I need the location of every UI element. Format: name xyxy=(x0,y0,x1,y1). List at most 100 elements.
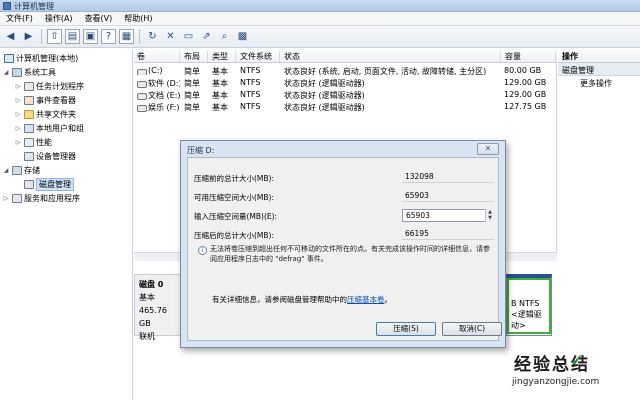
cell-status: 状态良好 (逻辑驱动器) xyxy=(284,79,365,88)
dialog-body: 压缩前的总计大小(MB): 132098 可用压缩空间大小(MB): 65903… xyxy=(187,157,502,341)
shrink-dialog: 压缩 D: ✕ 压缩前的总计大小(MB): 132098 可用压缩空间大小(MB… xyxy=(180,140,506,348)
tree-item-system-tools[interactable]: ◢ 系统工具 xyxy=(2,66,56,79)
column-header-type[interactable]: 类型 xyxy=(209,51,236,62)
cell-type: 基本 xyxy=(212,79,228,88)
toolbar: ◀ ▶ ⇧ ▤ ▣ ? ▦ ↻ ✕ ▭ ⇗ ⌕ ▩ xyxy=(0,26,640,48)
column-header-capacity[interactable]: 容量 xyxy=(502,51,556,62)
label-available: 可用压缩空间大小(MB): xyxy=(194,193,274,202)
title-bar: 计算机管理 xyxy=(0,0,640,12)
cell-status: 状态良好 (逻辑驱动器) xyxy=(284,91,365,100)
tree-item-performance[interactable]: ▷ 性能 xyxy=(14,136,52,149)
column-header-volume[interactable]: 卷 xyxy=(134,51,180,62)
menu-file[interactable]: 文件(F) xyxy=(0,13,39,24)
menu-action[interactable]: 操作(A) xyxy=(39,13,79,24)
tree-item-services[interactable]: ▷ 服务和应用程序 xyxy=(2,192,80,205)
export-icon[interactable]: ⇗ xyxy=(199,29,214,44)
show-tree-icon[interactable]: ▤ xyxy=(65,29,80,44)
refresh-icon[interactable]: ↻ xyxy=(145,29,160,44)
table-row[interactable]: 娱乐 (F:) 简单 基本 NTFS 状态良好 (逻辑驱动器) 127.75 G… xyxy=(134,102,557,113)
menu-bar: 文件(F) 操作(A) 查看(V) 帮助(H) xyxy=(0,12,640,26)
cancel-button[interactable]: 取消(C) xyxy=(442,322,502,336)
label-total-after: 压缩后的总计大小(MB): xyxy=(194,231,274,240)
compress-button[interactable]: 压缩(S) xyxy=(376,322,436,336)
table-row[interactable]: (C:) 简单 基本 NTFS 状态良好 (系统, 启动, 页面文件, 活动, … xyxy=(134,66,557,77)
menu-help[interactable]: 帮助(H) xyxy=(118,13,158,24)
tree-item-root[interactable]: 计算机管理(本地) xyxy=(2,52,78,65)
cell-volume: 软件 (D:) xyxy=(134,78,180,89)
tree-item-disk-management[interactable]: 磁盘管理 xyxy=(22,178,74,191)
shrink-basic-volume-link[interactable]: 压缩基本卷 xyxy=(347,295,385,304)
services-icon xyxy=(12,194,22,203)
partition-status: <逻辑驱动> xyxy=(511,310,542,330)
disk-partition[interactable]: B NTFS <逻辑驱动> xyxy=(506,274,552,336)
users-icon xyxy=(24,124,34,133)
cell-volume: 文档 (E:) xyxy=(134,90,180,101)
tree-item-device-manager[interactable]: 设备管理器 xyxy=(22,150,76,163)
cell-status: 状态良好 (逻辑驱动器) xyxy=(284,103,365,112)
folder-icon xyxy=(24,110,34,119)
performance-icon xyxy=(24,138,34,147)
disk-name: 磁盘 0 xyxy=(139,280,164,289)
more-actions-link[interactable]: 更多操作 xyxy=(558,76,640,89)
device-manager-icon xyxy=(24,152,34,161)
delete-icon[interactable]: ✕ xyxy=(163,29,178,44)
back-icon[interactable]: ◀ xyxy=(3,29,18,44)
view-icon[interactable]: ▦ xyxy=(119,29,134,44)
disk-state: 联机 xyxy=(139,332,155,341)
column-header-filesystem[interactable]: 文件系统 xyxy=(237,51,280,62)
clock-icon xyxy=(24,82,34,91)
disk-size: 465.76 GB xyxy=(139,306,167,328)
cell-filesystem: NTFS xyxy=(240,90,261,99)
app-icon xyxy=(3,2,11,10)
disk-management-icon xyxy=(24,180,34,189)
column-header-layout[interactable]: 布局 xyxy=(181,51,208,62)
navigation-tree: 计算机管理(本地) ◢ 系统工具 ▷ 任务计划程序 ▷ 事件查看器 ▷ 共享文件… xyxy=(0,49,133,400)
label-input: 输入压缩空间量(MB)(E): xyxy=(194,212,278,221)
collapse-icon[interactable]: ◢ xyxy=(2,167,10,174)
tree-item-storage[interactable]: ◢ 存储 xyxy=(2,164,40,177)
collapse-icon[interactable]: ◢ xyxy=(2,69,10,76)
cell-layout: 简单 xyxy=(184,103,200,112)
tree-item-local-users[interactable]: ▷ 本地用户和组 xyxy=(14,122,84,135)
value-total-after: 66195 xyxy=(402,228,494,240)
table-row[interactable]: 软件 (D:) 简单 基本 NTFS 状态良好 (逻辑驱动器) 129.00 G… xyxy=(134,78,557,89)
cell-volume: 娱乐 (F:) xyxy=(134,102,180,113)
properties-icon[interactable]: ▣ xyxy=(83,29,98,44)
toolbar-separator xyxy=(139,29,140,44)
cell-capacity: 127.75 GB xyxy=(504,102,547,111)
close-icon[interactable]: ✕ xyxy=(477,143,499,155)
help-icon[interactable]: ? xyxy=(101,29,116,44)
help-suffix: 。 xyxy=(384,295,393,304)
cell-type: 基本 xyxy=(212,91,228,100)
tools-icon xyxy=(12,68,22,77)
actions-section-disk-management[interactable]: 磁盘管理 xyxy=(558,63,640,76)
cell-type: 基本 xyxy=(212,67,228,76)
open-icon[interactable]: ▭ xyxy=(181,29,196,44)
expand-icon[interactable]: ▷ xyxy=(14,83,22,90)
menu-view[interactable]: 查看(V) xyxy=(79,13,119,24)
forward-icon[interactable]: ▶ xyxy=(21,29,36,44)
help-text: 有关详细信息，请参阅磁盘管理帮助中的压缩基本卷。 xyxy=(212,294,392,305)
partition-box: B NTFS <逻辑驱动> xyxy=(507,278,551,334)
tree-item-task-scheduler[interactable]: ▷ 任务计划程序 xyxy=(14,80,84,93)
tree-item-shared-folders[interactable]: ▷ 共享文件夹 xyxy=(14,108,76,121)
expand-icon[interactable]: ▷ xyxy=(2,195,10,202)
expand-icon[interactable]: ▷ xyxy=(14,125,22,132)
shrink-amount-input[interactable]: 65903 xyxy=(402,209,494,222)
column-header-status[interactable]: 状态 xyxy=(281,51,501,62)
cell-layout: 简单 xyxy=(184,79,200,88)
spinner-arrows-icon[interactable]: ▲ ▼ xyxy=(485,209,494,222)
defrag-note: 无法将卷压缩到超出任何不可移动的文件所在的点。有关完成该操作时间的详细信息，请参… xyxy=(210,245,490,263)
cell-type: 基本 xyxy=(212,103,228,112)
search-icon[interactable]: ⌕ xyxy=(217,29,232,44)
expand-icon[interactable]: ▷ xyxy=(14,97,22,104)
tree-item-event-viewer[interactable]: ▷ 事件查看器 xyxy=(14,94,76,107)
up-folder-icon[interactable]: ⇧ xyxy=(47,29,62,44)
table-row[interactable]: 文档 (E:) 简单 基本 NTFS 状态良好 (逻辑驱动器) 129.00 G… xyxy=(134,90,557,101)
partition-fs: B NTFS xyxy=(511,299,540,308)
expand-icon[interactable]: ▷ xyxy=(14,139,22,146)
expand-icon[interactable]: ▷ xyxy=(14,111,22,118)
disk-info[interactable]: 磁盘 0 基本 465.76 GB 联机 xyxy=(134,274,184,341)
help-book-icon[interactable]: ▩ xyxy=(235,29,250,44)
event-viewer-icon xyxy=(24,96,34,105)
